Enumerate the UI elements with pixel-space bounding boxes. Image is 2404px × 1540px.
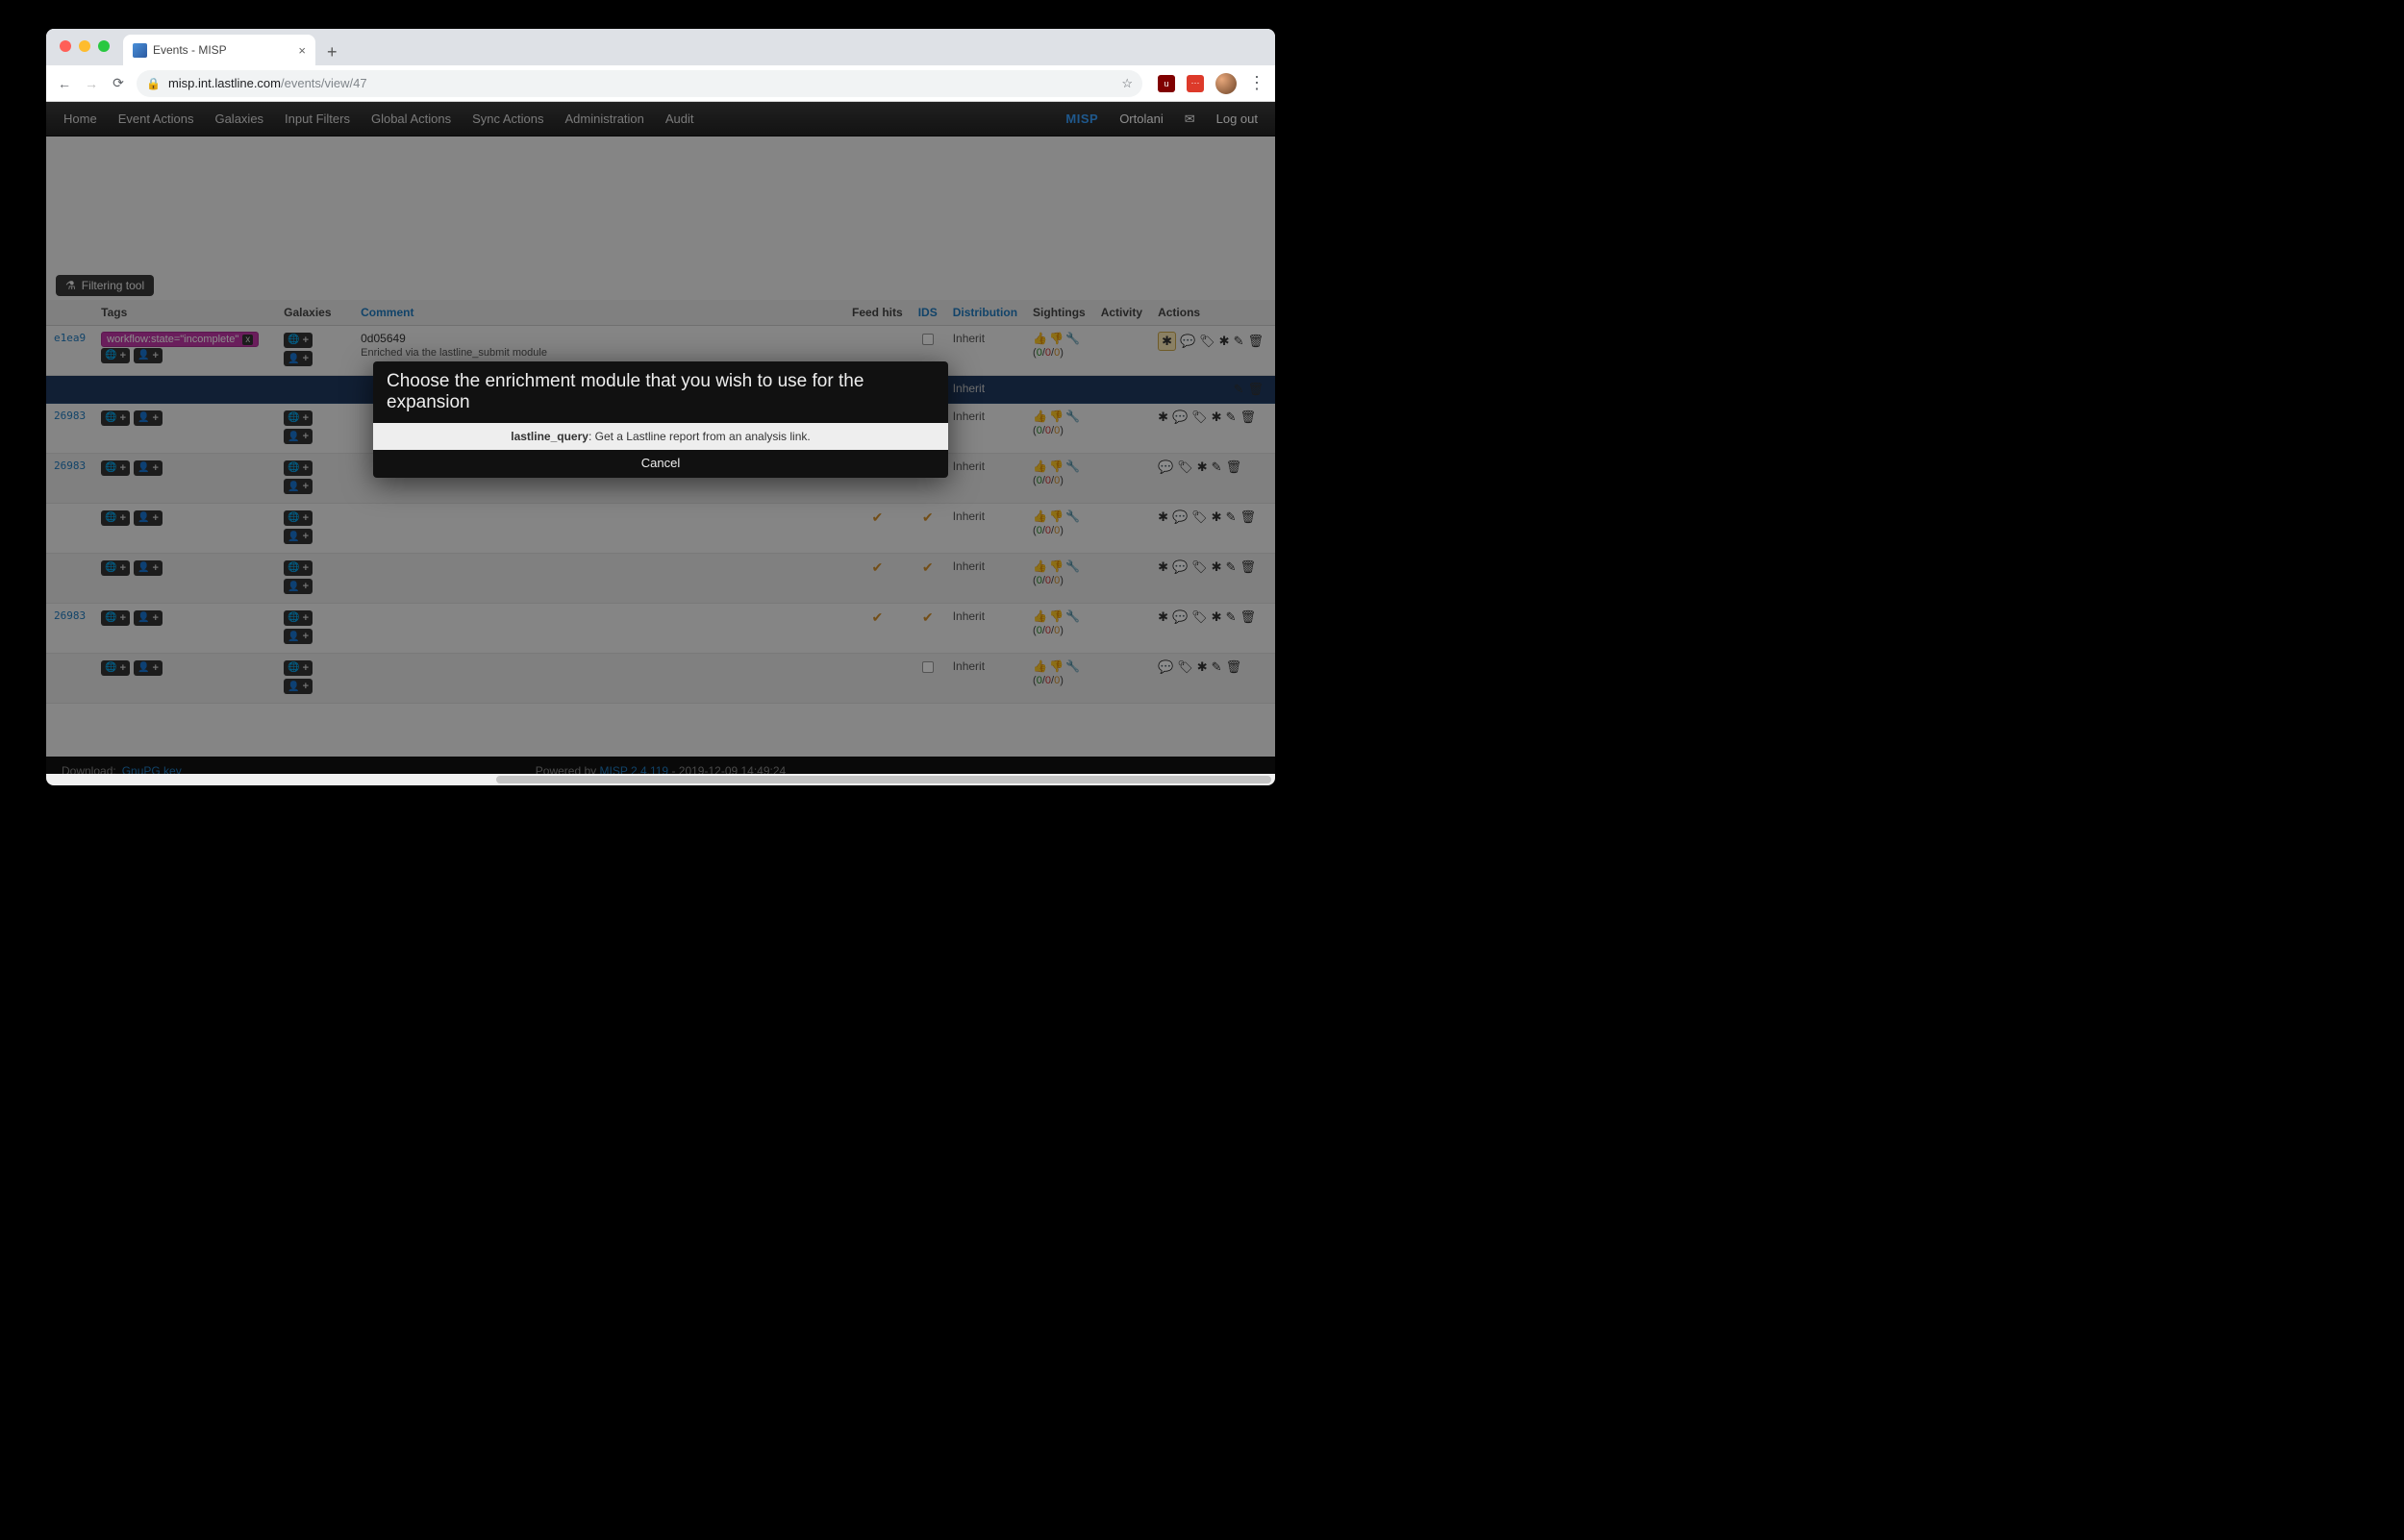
star-button[interactable]: ☆ [1121, 76, 1133, 91]
horizontal-scrollbar[interactable] [46, 774, 1275, 785]
address-bar[interactable]: 🔒 misp.int.lastline.com/events/view/47 ☆ [137, 70, 1142, 97]
url-text: misp.int.lastline.com/events/view/47 [168, 76, 367, 90]
tab-bar: Events - MISP × + [46, 29, 1275, 65]
browser-window: Events - MISP × + ← → ⟳ 🔒 misp.int.lastl… [46, 29, 1275, 785]
modal-module-name: lastline_query [511, 430, 588, 443]
tab-favicon-icon [133, 43, 147, 58]
enrichment-modal: Choose the enrichment module that you wi… [373, 361, 948, 478]
modal-cancel-button[interactable]: Cancel [373, 450, 948, 478]
browser-toolbar: ← → ⟳ 🔒 misp.int.lastline.com/events/vie… [46, 65, 1275, 102]
modal-module-option[interactable]: lastline_query: Get a Lastline report fr… [373, 423, 948, 450]
viewport: Home Event Actions Galaxies Input Filter… [46, 102, 1275, 785]
misp-page: Home Event Actions Galaxies Input Filter… [46, 102, 1275, 785]
lock-icon: 🔒 [146, 77, 161, 90]
maximize-window-button[interactable] [98, 40, 110, 52]
modal-title: Choose the enrichment module that you wi… [373, 361, 948, 423]
toolbar-right: u ⋯ ⋮ [1158, 73, 1265, 94]
forward-button[interactable]: → [83, 76, 100, 91]
new-tab-button[interactable]: + [315, 42, 347, 65]
tab-close-button[interactable]: × [298, 43, 306, 58]
tab-title: Events - MISP [153, 43, 227, 57]
reload-button[interactable]: ⟳ [110, 75, 127, 91]
close-window-button[interactable] [60, 40, 71, 52]
browser-tab[interactable]: Events - MISP × [123, 35, 315, 65]
window-controls [54, 29, 117, 65]
horizontal-scrollbar-thumb[interactable] [496, 776, 1271, 783]
browser-menu-button[interactable]: ⋮ [1248, 73, 1265, 93]
back-button[interactable]: ← [56, 76, 73, 91]
modal-module-desc: : Get a Lastline report from an analysis… [588, 430, 811, 443]
extension-red-icon[interactable]: ⋯ [1187, 75, 1204, 92]
extension-ublock-icon[interactable]: u [1158, 75, 1175, 92]
minimize-window-button[interactable] [79, 40, 90, 52]
profile-avatar[interactable] [1215, 73, 1237, 94]
